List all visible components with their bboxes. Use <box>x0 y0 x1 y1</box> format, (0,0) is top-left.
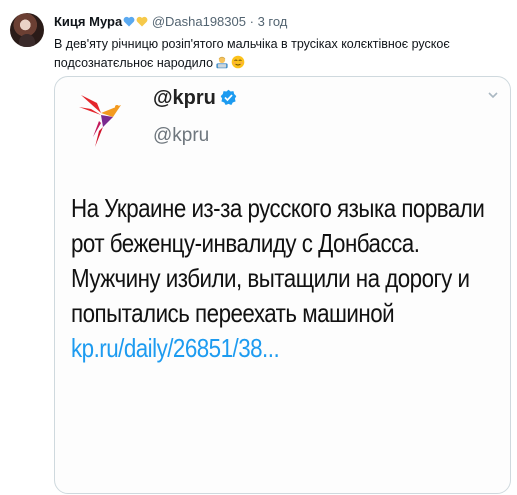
quoted-tweet-text: На Украине из-за русского языка порвали … <box>71 191 501 366</box>
avatar[interactable] <box>10 13 44 47</box>
quoted-name-text: @kpru <box>153 87 216 109</box>
quoted-author-name: @kpru <box>153 87 237 110</box>
quoted-link[interactable]: kp.ru/daily/26851/38... <box>71 333 280 363</box>
man-technologist-icon <box>215 55 229 69</box>
tweet-body: В дев'яту річницю розіп'ятого мальчіка в… <box>54 37 450 70</box>
chevron-down-icon <box>486 88 500 102</box>
author-name[interactable]: Киця Мура <box>54 14 122 29</box>
tweet[interactable]: Киця Мура @Dasha198305 · 3 год В дев'яту… <box>0 0 517 495</box>
blue-heart-icon <box>123 16 135 27</box>
quoted-body: На Украине из-за русского языка порвали … <box>71 193 485 328</box>
tweet-text: В дев'яту річницю розіп'ятого мальчіка в… <box>54 35 509 73</box>
yellow-heart-icon <box>136 16 148 27</box>
quoted-tweet-image[interactable]: @kpru @kpru На Украине из-за русского яз… <box>54 76 511 494</box>
author-handle[interactable]: @Dasha198305 <box>152 14 246 29</box>
separator: · <box>249 14 254 29</box>
kp-bird-logo-icon <box>77 87 127 149</box>
quoted-author-handle: @kpru <box>153 125 210 146</box>
timestamp[interactable]: 3 год <box>258 14 288 29</box>
tweet-header: Киця Мура @Dasha198305 · 3 год <box>54 14 287 29</box>
verified-badge-icon <box>220 89 237 106</box>
relieved-face-icon <box>231 55 245 69</box>
